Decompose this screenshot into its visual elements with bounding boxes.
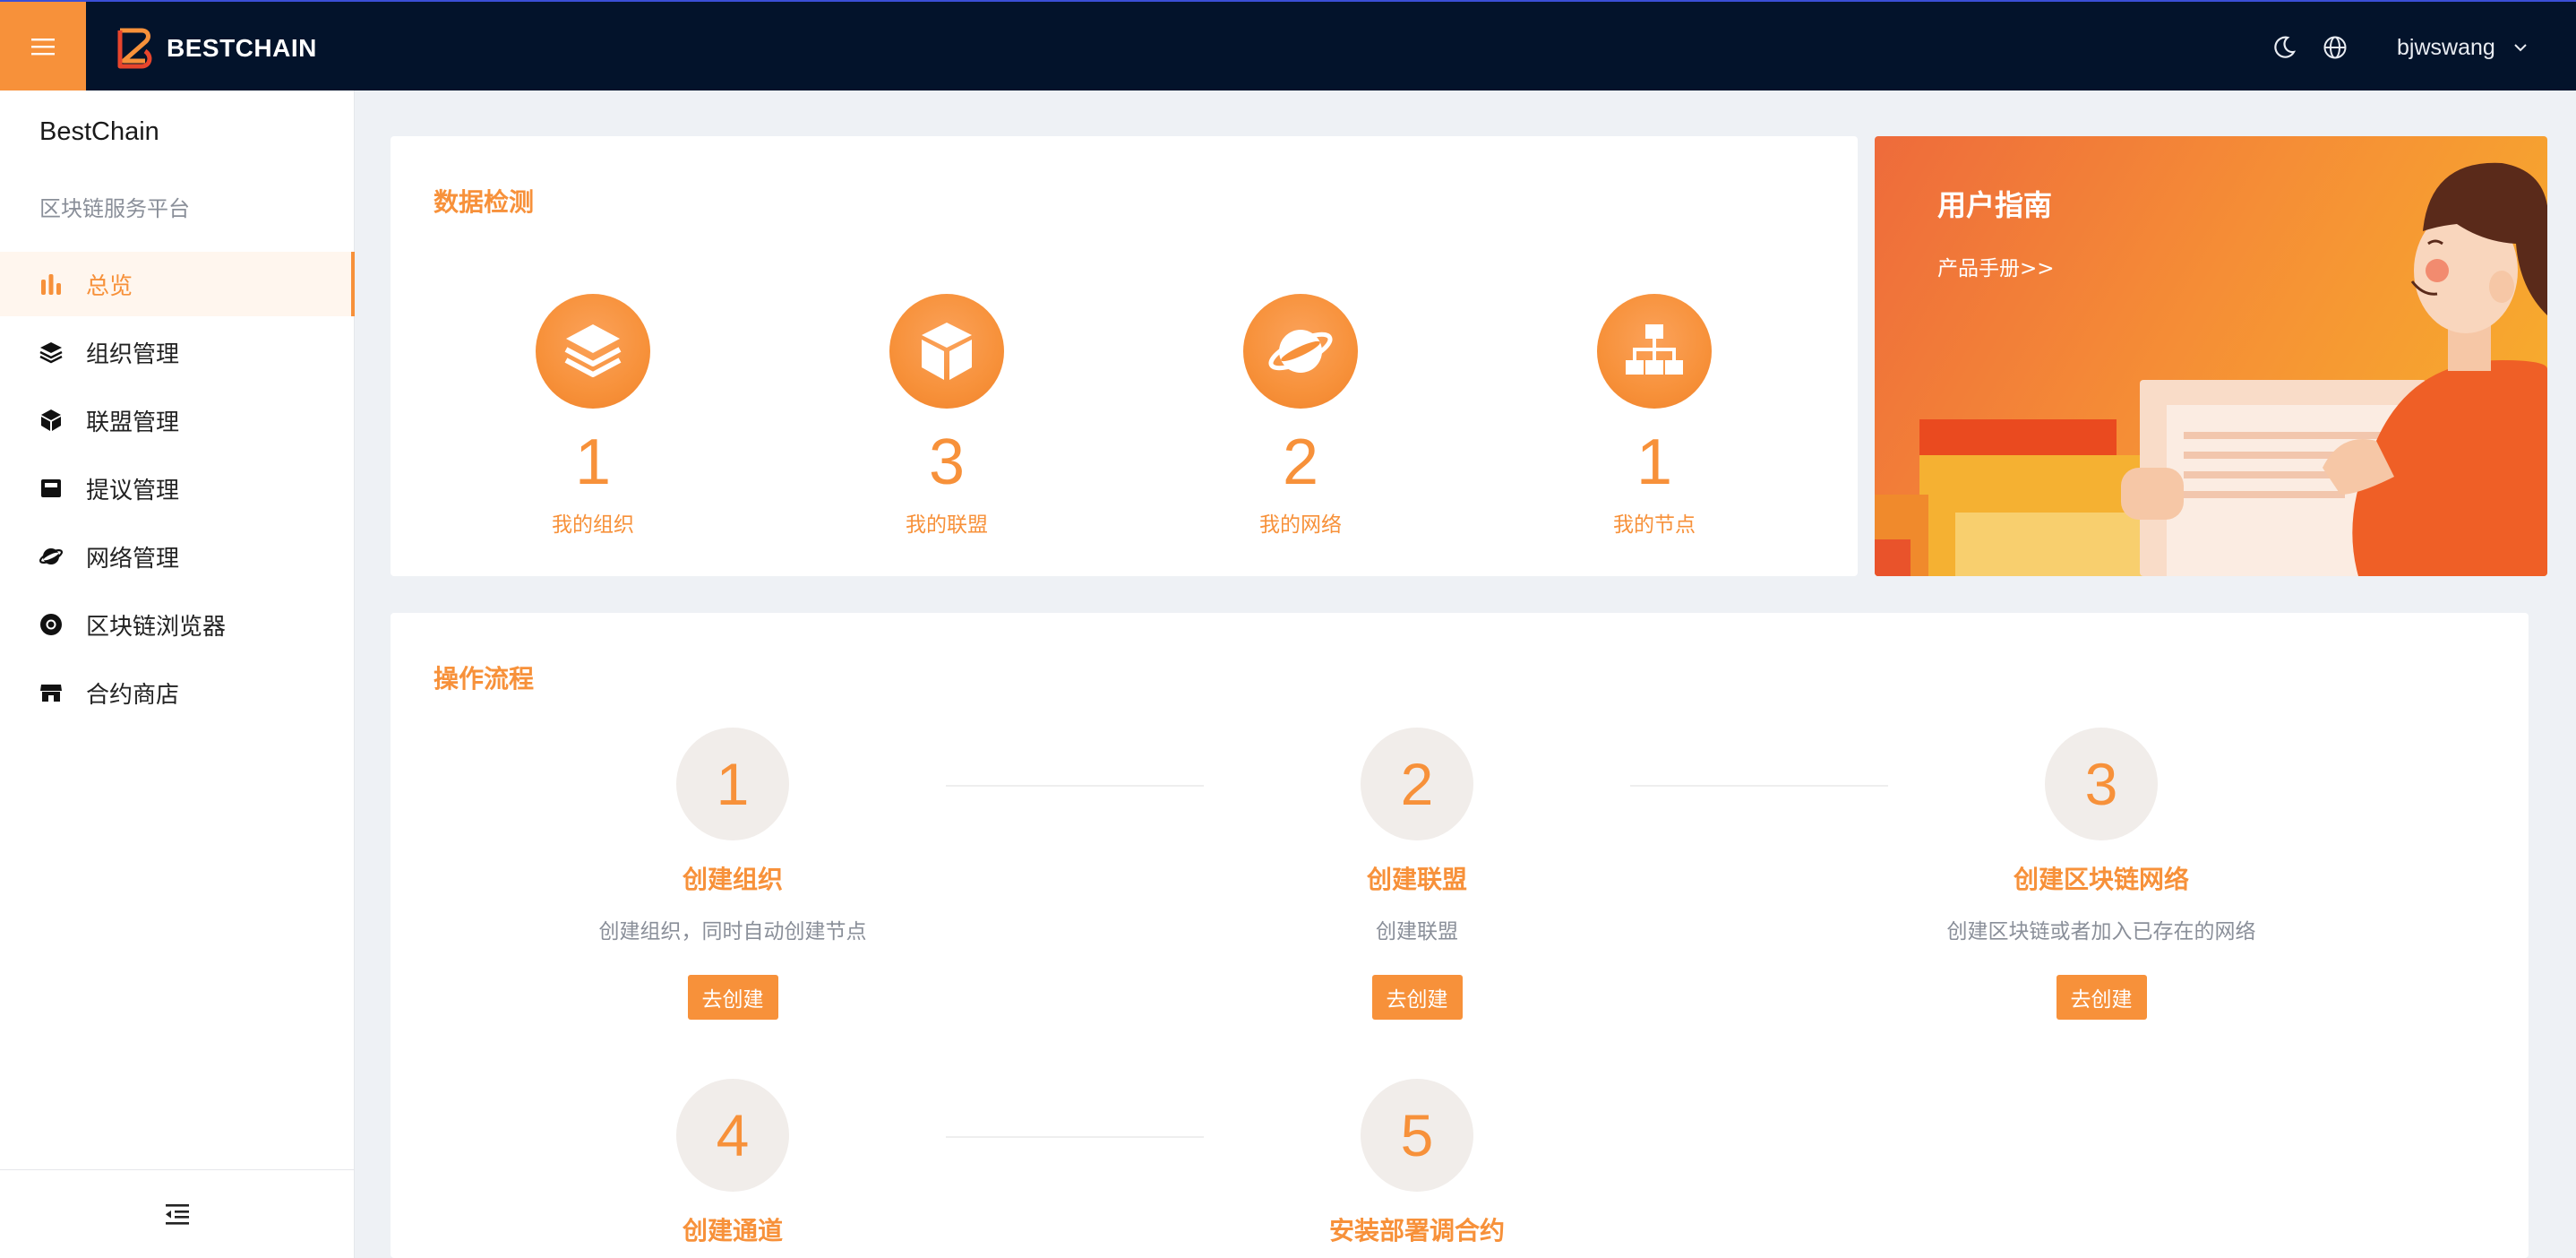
planet-icon [38,543,64,570]
create-consortium-button[interactable]: 去创建 [1371,975,1463,1020]
stat-my-node[interactable]: 1 我的节点 [1565,294,1744,538]
step-title: 创建区块链网络 [2013,865,2189,894]
stat-my-consortium[interactable]: 3 我的联盟 [857,294,1036,538]
theme-toggle-button[interactable] [2271,34,2297,61]
brand-title: BestChain [39,117,159,146]
sidebar-nav: 总览 组织管理 联盟管理 提议管理 网络管理 区块链浏览器 合约商店 [0,252,355,728]
step-create-network: 3 创建区块链网络 创建区块链或者加入已存在的网络 去创建 [1913,728,2289,1020]
stat-label: 我的组织 [552,513,634,537]
org-tree-icon [1597,294,1712,409]
stat-my-org[interactable]: 1 我的组织 [503,294,683,538]
step-desc: 创建联盟 [1376,920,1458,944]
moon-icon [2274,36,2297,58]
step-create-channel: 4 创建通道 [545,1079,921,1247]
create-network-button[interactable]: 去创建 [2056,975,2147,1020]
planet-icon [1243,294,1358,409]
guide-title: 用户指南 [1937,188,2053,222]
step-install-contract: 5 安装部署调合约 [1229,1079,1605,1247]
step-title: 安装部署调合约 [1328,1216,1505,1245]
bar-chart-icon [38,271,64,297]
stat-label: 我的节点 [1613,513,1696,537]
create-org-button[interactable]: 去创建 [687,975,778,1020]
sidebar-item-contract-store[interactable]: 合约商店 [0,660,355,725]
sidebar-item-consortium[interactable]: 联盟管理 [0,388,355,452]
step-number: 3 [2045,728,2158,840]
top-bar: BESTCHAIN bjwswang [0,0,2576,90]
sidebar-item-overview[interactable]: 总览 [0,252,355,316]
collapse-menu-icon [166,1204,189,1225]
step-title: 创建通道 [682,1216,783,1245]
inbox-icon [38,475,64,502]
sidebar-item-label: 联盟管理 [86,409,180,436]
step-title: 创建联盟 [1366,865,1467,894]
sidebar-item-label: 区块链浏览器 [86,613,227,641]
stat-value: 2 [1282,427,1319,498]
step-connector [946,1136,1204,1138]
brand-subtitle: 区块链服务平台 [39,196,190,221]
stat-label: 我的联盟 [906,513,988,537]
sidebar-item-org[interactable]: 组织管理 [0,320,355,384]
step-number: 2 [1361,728,1473,840]
user-menu[interactable]: bjwswang [2397,32,2528,63]
sidebar-item-explorer[interactable]: 区块链浏览器 [0,592,355,657]
collapse-sidebar-button[interactable] [0,1169,355,1258]
sidebar-item-label: 总览 [86,272,133,300]
step-connector [1630,785,1888,787]
layers-icon [536,294,650,409]
globe-icon [2323,36,2347,59]
step-title: 创建组织 [682,865,783,894]
sidebar-item-label: 组织管理 [86,340,180,368]
product-manual-link[interactable]: 产品手册>> [1937,251,2055,281]
user-name: bjwswang [2397,34,2495,60]
sidebar-item-label: 提议管理 [86,477,180,504]
stat-value: 3 [928,427,966,498]
menu-toggle-button[interactable] [0,2,86,90]
sidebar: BestChain 区块链服务平台 总览 组织管理 联盟管理 提议管理 网络管理… [0,90,355,1258]
step-create-consortium: 2 创建联盟 创建联盟 去创建 [1229,728,1605,1020]
stat-my-network[interactable]: 2 我的网络 [1211,294,1390,538]
step-number: 4 [676,1079,789,1192]
process-card-title: 操作流程 [434,664,535,694]
step-desc: 创建区块链或者加入已存在的网络 [1946,920,2256,944]
logo[interactable]: BESTCHAIN [115,27,317,70]
sidebar-item-network[interactable]: 网络管理 [0,524,355,589]
process-card: 操作流程 1 创建组织 创建组织，同时自动创建节点 去创建 2 创建联盟 创建联… [391,613,2529,1258]
stat-label: 我的网络 [1259,513,1342,537]
logo-text: BESTCHAIN [167,34,317,62]
step-number: 1 [676,728,789,840]
sidebar-item-label: 合约商店 [86,681,180,709]
step-number: 5 [1361,1079,1473,1192]
shop-icon [38,679,64,706]
chevron-down-icon [2514,44,2527,52]
sidebar-item-label: 网络管理 [86,545,180,573]
cube-icon [889,294,1004,409]
user-guide-banner: 用户指南 产品手册>> [1875,136,2547,576]
stat-value: 1 [1636,427,1673,498]
hamburger-icon [31,38,55,55]
stats-card-title: 数据检测 [434,187,535,217]
step-connector [946,785,1204,787]
stat-value: 1 [574,427,612,498]
step-desc: 创建组织，同时自动创建节点 [598,920,867,944]
chrome-icon [38,611,64,638]
layers-icon [38,339,64,366]
cube-icon [38,407,64,434]
step-create-org: 1 创建组织 创建组织，同时自动创建节点 去创建 [545,728,921,1020]
sidebar-item-proposal[interactable]: 提议管理 [0,456,355,521]
bestchain-logo-icon [117,28,152,69]
language-button[interactable] [2322,34,2348,61]
stats-card: 数据检测 1 我的组织 3 我的联盟 2 我的网络 1 我的节点 [391,136,1858,576]
